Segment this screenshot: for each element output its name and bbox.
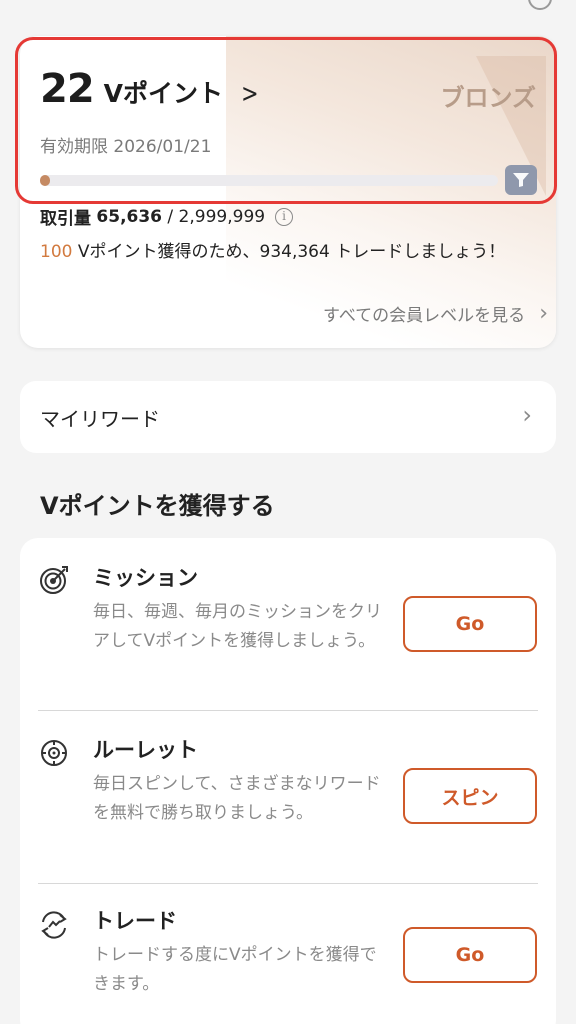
chevron-right-icon: › [539,301,548,326]
earn-item-title: ルーレット [93,738,198,762]
earn-item-description: トレードする度にVポイントを獲得できます。 [93,945,377,994]
highlight-box [15,37,557,204]
trade-volume: 取引量 65,636 / 2,999,999 i [40,204,294,229]
my-rewards-row[interactable]: マイリワード › [20,381,556,453]
trade-icon [41,911,67,939]
divider [38,883,538,884]
earn-item-title: ミッション [93,566,198,590]
chevron-right-icon: › [522,401,532,429]
target-icon [40,566,68,594]
earn-card: ミッション 毎日、毎週、毎月のミッションをクリアしてVポイントを獲得しましょう。… [20,538,556,1024]
earn-item-title: トレード [93,909,177,933]
goal-points: 100 [40,242,73,262]
trade-go-button[interactable]: Go [403,927,537,983]
all-levels-link[interactable]: すべての会員レベルを見る › [323,301,548,326]
mission-go-button[interactable]: Go [403,596,537,652]
help-icon[interactable] [528,0,552,10]
goal-suffix: トレードしましょう！ [329,242,506,262]
earn-item-description: 毎日、毎週、毎月のミッションをクリアしてVポイントを獲得しましょう。 [93,602,382,651]
roulette-spin-button[interactable]: スピン [403,768,537,824]
earn-item-description: 毎日スピンして、さまざまなリワードを無料で勝ち取りましょう。 [93,774,381,823]
section-title: Vポイントを獲得する [40,492,275,520]
divider [38,710,538,711]
volume-current: 65,636 [96,206,163,227]
volume-target: / 2,999,999 [167,206,266,227]
volume-label: 取引量 [40,209,91,229]
all-levels-label: すべての会員レベルを見る [323,306,526,326]
info-icon[interactable]: i [275,207,294,226]
goal-amount: 934,364 [259,242,330,262]
my-rewards-label: マイリワード [40,407,160,431]
goal-text: Vポイント獲得のため、 [72,242,260,262]
roulette-icon [41,740,67,766]
goal-message: 100 Vポイント獲得のため、934,364 トレードしましょう！ [40,237,520,267]
